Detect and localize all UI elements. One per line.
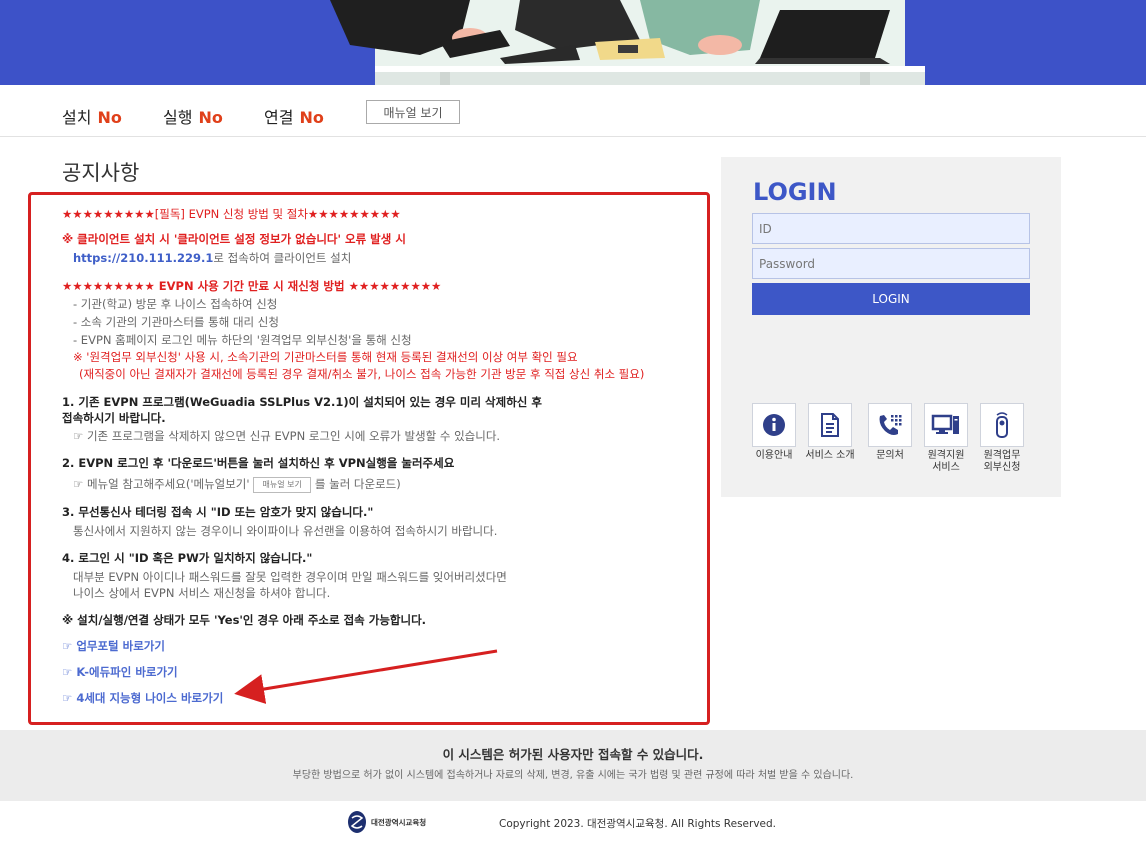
service-contact[interactable]: 문의처 (867, 403, 913, 461)
info-icon (763, 414, 785, 436)
footer-warning-title: 이 시스템은 허가된 사용자만 접속할 수 있습니다. (442, 747, 704, 762)
password-input[interactable] (752, 248, 1030, 279)
service-icon-box[interactable] (868, 403, 912, 447)
service-icon-box[interactable] (752, 403, 796, 447)
copyright: Copyright 2023. 대전광역시교육청. All Rights Res… (499, 818, 777, 830)
emblem-icon (348, 811, 366, 833)
id-input[interactable] (752, 213, 1030, 244)
service-remote-work-application[interactable]: 원격업무 외부신청 (979, 403, 1025, 473)
remote-icon (996, 412, 1008, 438)
service-usage-guide[interactable]: 이용안내 (751, 403, 797, 461)
logo-text: 대전광역시교육청 (371, 817, 427, 827)
document-icon (821, 413, 839, 437)
service-introduction[interactable]: 서비스 소개 (805, 403, 855, 461)
login-button[interactable]: LOGIN (752, 283, 1030, 315)
service-label: 원격업무 외부신청 (983, 450, 1021, 473)
phone-icon (879, 415, 902, 435)
monitor-icon (931, 414, 959, 434)
office-logo: 대전광역시교육청 (347, 810, 426, 834)
service-icon-box[interactable] (924, 403, 968, 447)
service-remote-support[interactable]: 원격지원 서비스 (923, 403, 969, 473)
footer-warning-text: 부당한 방법으로 허가 없이 시스템에 접속하거나 자료의 삭제, 변경, 유출… (292, 770, 854, 781)
service-icon-box[interactable] (980, 403, 1024, 447)
service-icon-box[interactable] (808, 403, 852, 447)
login-title: LOGIN (753, 178, 837, 206)
